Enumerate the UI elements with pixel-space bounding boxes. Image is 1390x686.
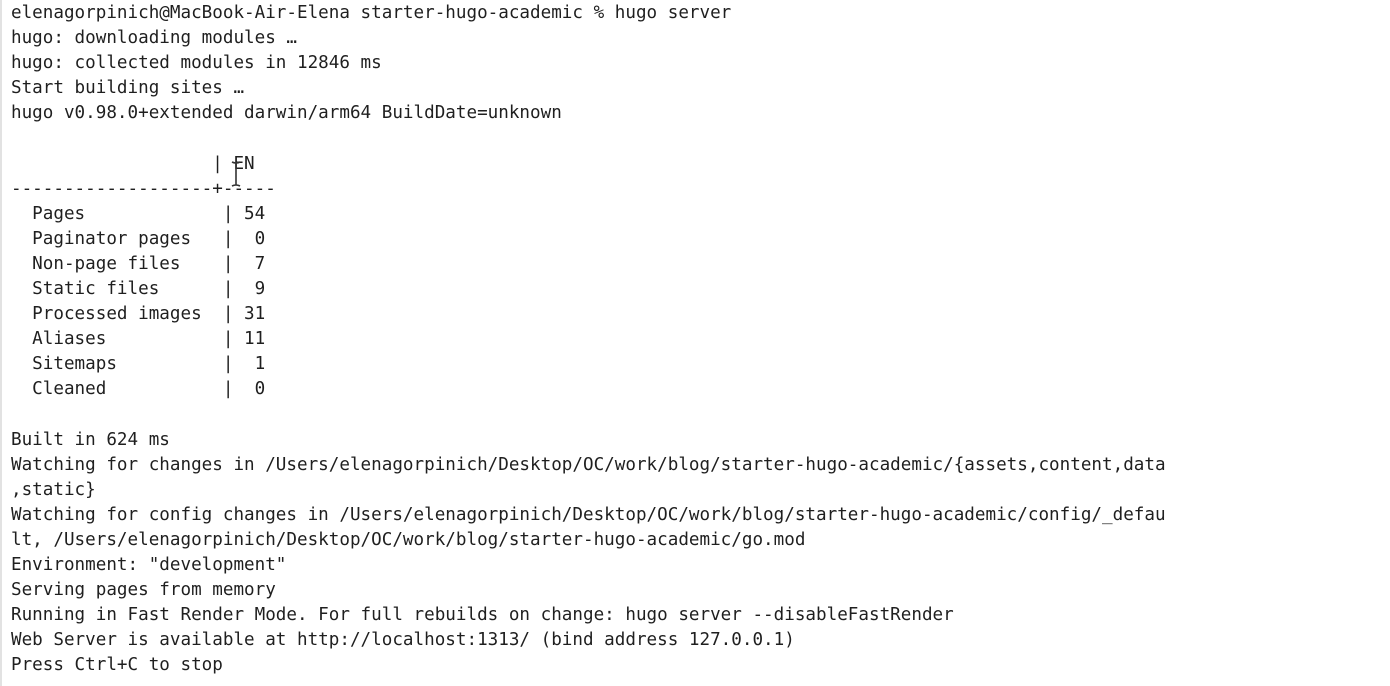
server-url-line: Web Server is available at http://localh… [11,630,795,651]
stats-table-row: Processed images | 31 [11,304,266,325]
output-line: ,static} [11,479,96,500]
output-line: Running in Fast Render Mode. For full re… [11,605,954,626]
stats-table-separator: -------------------+----- [11,178,276,199]
input-line[interactable] [11,679,1390,686]
stats-table-header: | EN [11,153,255,174]
stats-table-row: Paginator pages | 0 [11,228,266,249]
stats-table-row: Static files | 9 [11,279,266,300]
output-line: Built in 624 ms [11,429,170,450]
output-line: hugo: collected modules in 12846 ms [11,53,382,74]
output-line: Watching for changes in /Users/elenagorp… [11,454,1166,475]
stats-table-row: Aliases | 11 [11,329,266,350]
output-line: lt, /Users/elenagorpinich/Desktop/OC/wor… [11,529,806,550]
output-line: hugo v0.98.0+extended darwin/arm64 Build… [11,103,562,124]
stats-table-row: Pages | 54 [11,203,266,224]
output-line: hugo: downloading modules … [11,28,297,49]
output-line: Environment: "development" [11,555,287,576]
stats-table-row: Non-page files | 7 [11,253,266,274]
terminal-window[interactable]: elenagorpinich@MacBook-Air-Elena starter… [0,0,1390,686]
output-line: Start building sites … [11,78,245,99]
command-prompt-line: elenagorpinich@MacBook-Air-Elena starter… [11,3,732,23]
text-cursor-icon [231,161,241,187]
stats-table-row: Sitemaps | 1 [11,354,266,375]
output-line: Watching for config changes in /Users/el… [11,504,1166,525]
output-line: Serving pages from memory [11,580,276,601]
output-line: Press Ctrl+C to stop [11,655,223,676]
stats-table-row: Cleaned | 0 [11,379,266,400]
